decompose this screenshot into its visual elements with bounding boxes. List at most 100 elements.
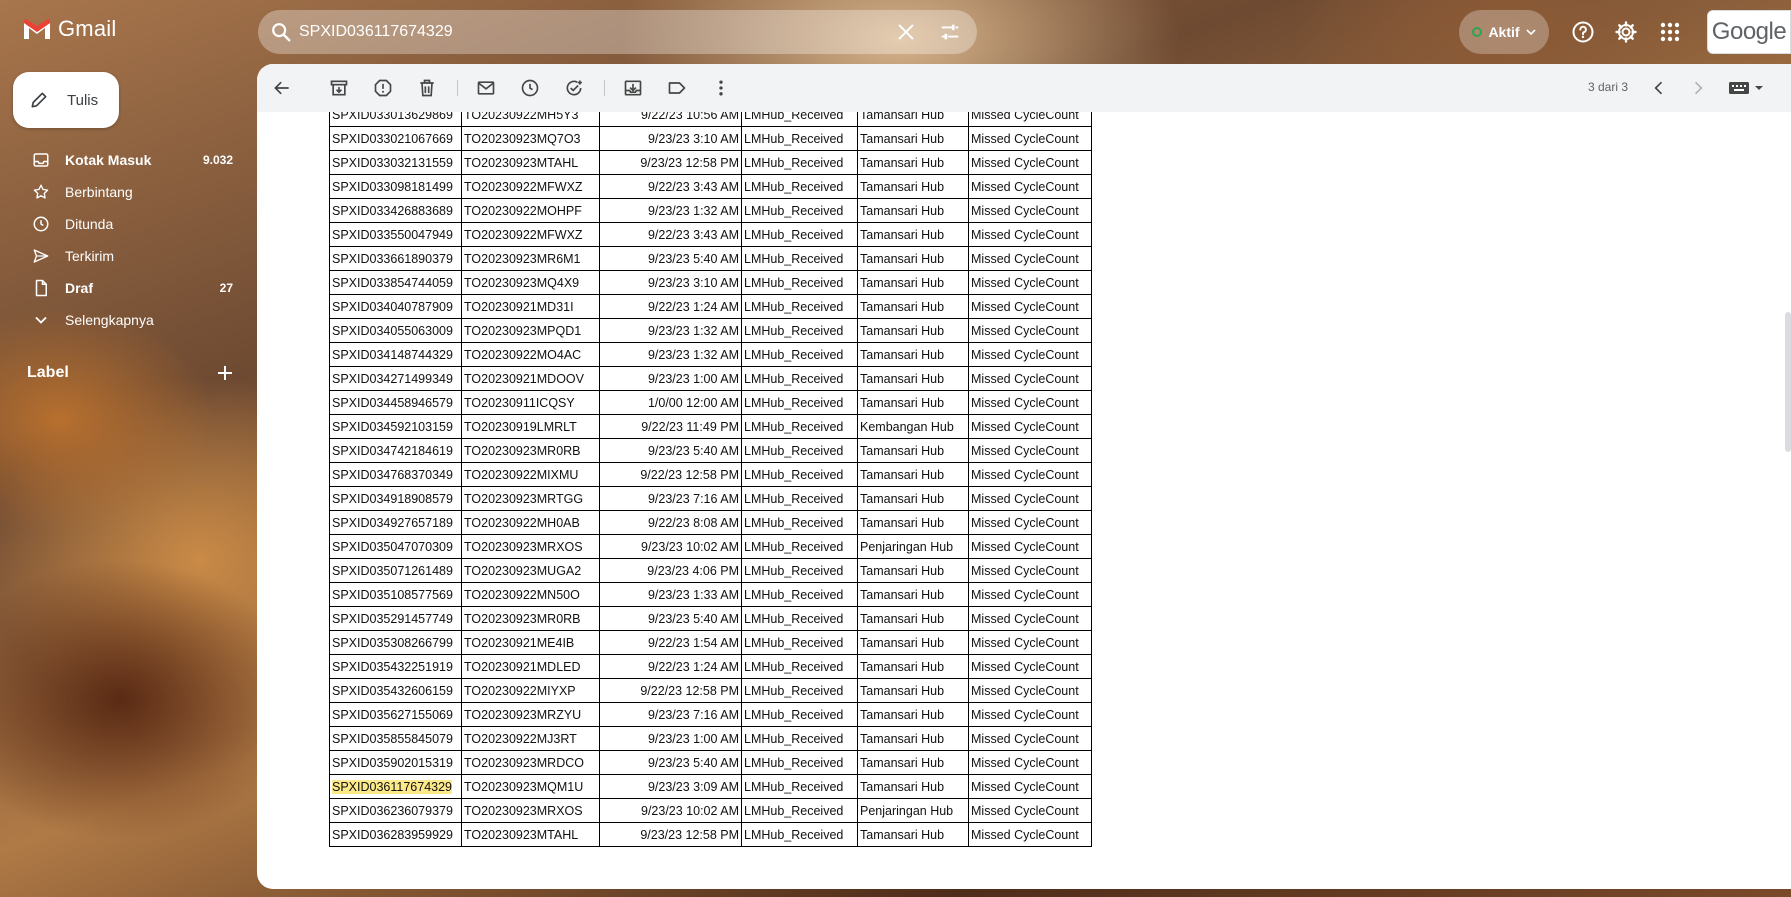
table-row: SPXID035432606159 TO20230922MIYXP 9/22/23 … — [329, 678, 1092, 703]
table-cell: 9/23/23 5:40 AM — [599, 438, 742, 463]
table-cell: TO20230921ME4IB — [461, 630, 600, 655]
add-task-icon[interactable] — [564, 78, 584, 98]
table-cell: SPXID034055063009 — [329, 318, 462, 343]
table-cell: Missed CycleCount — [968, 510, 1092, 535]
gmail-logo[interactable]: Gmail — [22, 16, 116, 42]
table-cell: Missed CycleCount — [968, 294, 1092, 319]
table-cell: Tamansari Hub — [857, 678, 969, 703]
table-cell: Missed CycleCount — [968, 558, 1092, 583]
help-icon[interactable] — [1571, 20, 1595, 44]
more-vert-icon[interactable] — [711, 78, 731, 98]
search-icon[interactable] — [270, 21, 292, 48]
newer-chevron-left-icon[interactable] — [1649, 78, 1669, 98]
table-cell: SPXID033426883689 — [329, 198, 462, 223]
table-cell: 9/22/23 11:49 PM — [599, 414, 742, 439]
mark-unread-mail-icon[interactable] — [476, 78, 496, 98]
table-cell: Tamansari Hub — [857, 726, 969, 751]
table-cell: TO20230923MQ4X9 — [461, 270, 600, 295]
table-cell: SPXID033098181499 — [329, 174, 462, 199]
table-cell: TO20230923MPQD1 — [461, 318, 600, 343]
move-to-icon[interactable] — [623, 78, 643, 98]
table-cell: Tamansari Hub — [857, 222, 969, 247]
sidebar-item-snoozed[interactable]: Ditunda — [0, 208, 250, 240]
table-cell: Missed CycleCount — [968, 750, 1092, 775]
table-cell: LMHub_Received — [741, 798, 858, 823]
table-cell: Tamansari Hub — [857, 582, 969, 607]
search-bar[interactable] — [258, 10, 977, 54]
table-cell: Missed CycleCount — [968, 798, 1092, 823]
scrollbar-thumb[interactable] — [1785, 312, 1791, 452]
settings-gear-icon[interactable] — [1614, 20, 1638, 44]
star-icon — [31, 182, 51, 202]
table-cell: SPXID034458946579 — [329, 390, 462, 415]
toolbar-divider — [457, 80, 458, 96]
table-cell: Missed CycleCount — [968, 822, 1092, 847]
report-spam-icon[interactable] — [373, 78, 393, 98]
add-label-icon[interactable] — [216, 364, 234, 387]
table-cell: 9/22/23 12:58 PM — [599, 462, 742, 487]
apps-grid-icon[interactable] — [1658, 20, 1682, 44]
snooze-clock-icon[interactable] — [520, 78, 540, 98]
table-cell: LMHub_Received — [741, 486, 858, 511]
table-cell: Missed CycleCount — [968, 270, 1092, 295]
table-cell: 9/22/23 8:08 AM — [599, 510, 742, 535]
table-cell: SPXID035902015319 — [329, 750, 462, 775]
table-cell: TO20230919LMRLT — [461, 414, 600, 439]
message-toolbar: 3 dari 3 — [257, 64, 1791, 112]
table-cell: SPXID033021067669 — [329, 126, 462, 151]
table-cell: LMHub_Received — [741, 438, 858, 463]
table-cell: SPXID034271499349 — [329, 366, 462, 391]
table-cell: LMHub_Received — [741, 510, 858, 535]
table-cell: Tamansari Hub — [857, 606, 969, 631]
sidebar-item-inbox[interactable]: Kotak Masuk 9.032 — [0, 144, 250, 176]
table-cell: TO20230911ICQSY — [461, 390, 600, 415]
back-arrow-icon[interactable] — [272, 78, 292, 98]
table-row: SPXID035902015319 TO20230923MRDCO 9/23/23 … — [329, 750, 1092, 775]
table-cell: SPXID035627155069 — [329, 702, 462, 727]
table-cell: 9/22/23 3:43 AM — [599, 174, 742, 199]
sidebar-item-more[interactable]: Selengkapnya — [0, 304, 250, 336]
table-cell: Missed CycleCount — [968, 112, 1092, 127]
search-options-icon[interactable] — [939, 21, 961, 48]
table-cell: LMHub_Received — [741, 414, 858, 439]
table-cell: 9/23/23 10:02 AM — [599, 534, 742, 559]
data-table: SPXID033013629869 TO20230922MH5Y3 9/22/23 … — [329, 112, 1092, 847]
table-cell: TO20230923MTAHL — [461, 150, 600, 175]
google-account-badge[interactable]: Google — [1707, 10, 1791, 54]
sidebar-item-sent[interactable]: Terkirim — [0, 240, 250, 272]
pagination-label: 3 dari 3 — [1588, 80, 1629, 94]
table-cell: 9/23/23 7:16 AM — [599, 702, 742, 727]
table-row: SPXID034271499349 TO20230921MDOOV 9/23/23 … — [329, 366, 1092, 391]
table-row: SPXID033426883689 TO20230922MOHPF 9/23/23 … — [329, 198, 1092, 223]
table-cell: SPXID034148744329 — [329, 342, 462, 367]
table-cell: LMHub_Received — [741, 822, 858, 847]
sidebar-item-drafts[interactable]: Draf 27 — [0, 272, 250, 304]
table-cell: Tamansari Hub — [857, 750, 969, 775]
status-button[interactable]: Aktif — [1459, 10, 1549, 54]
input-tools-keyboard-icon[interactable] — [1728, 78, 1766, 98]
table-cell: LMHub_Received — [741, 630, 858, 655]
table-cell: Tamansari Hub — [857, 630, 969, 655]
sidebar-item-label: Ditunda — [65, 216, 114, 232]
compose-button[interactable]: Tulis — [13, 72, 119, 128]
table-cell: LMHub_Received — [741, 112, 858, 127]
archive-icon[interactable] — [329, 78, 349, 98]
labels-heading: Label — [27, 364, 69, 381]
table-cell: 9/23/23 7:16 AM — [599, 486, 742, 511]
table-cell: Penjaringan Hub — [857, 534, 969, 559]
chevron-down-icon — [31, 310, 51, 330]
table-cell: TO20230922MH0AB — [461, 510, 600, 535]
table-cell: Missed CycleCount — [968, 774, 1092, 799]
clear-search-icon[interactable] — [895, 21, 917, 48]
search-input[interactable] — [299, 21, 839, 43]
table-cell: 9/23/23 5:40 AM — [599, 606, 742, 631]
table-cell: SPXID036117674329 — [329, 774, 462, 799]
table-cell: 9/22/23 1:24 AM — [599, 654, 742, 679]
label-tag-icon[interactable] — [667, 78, 687, 98]
table-cell: Tamansari Hub — [857, 774, 969, 799]
sidebar-item-starred[interactable]: Berbintang — [0, 176, 250, 208]
table-cell: SPXID035432251919 — [329, 654, 462, 679]
delete-trash-icon[interactable] — [417, 78, 437, 98]
table-cell: LMHub_Received — [741, 750, 858, 775]
older-chevron-right-icon[interactable] — [1688, 78, 1708, 98]
